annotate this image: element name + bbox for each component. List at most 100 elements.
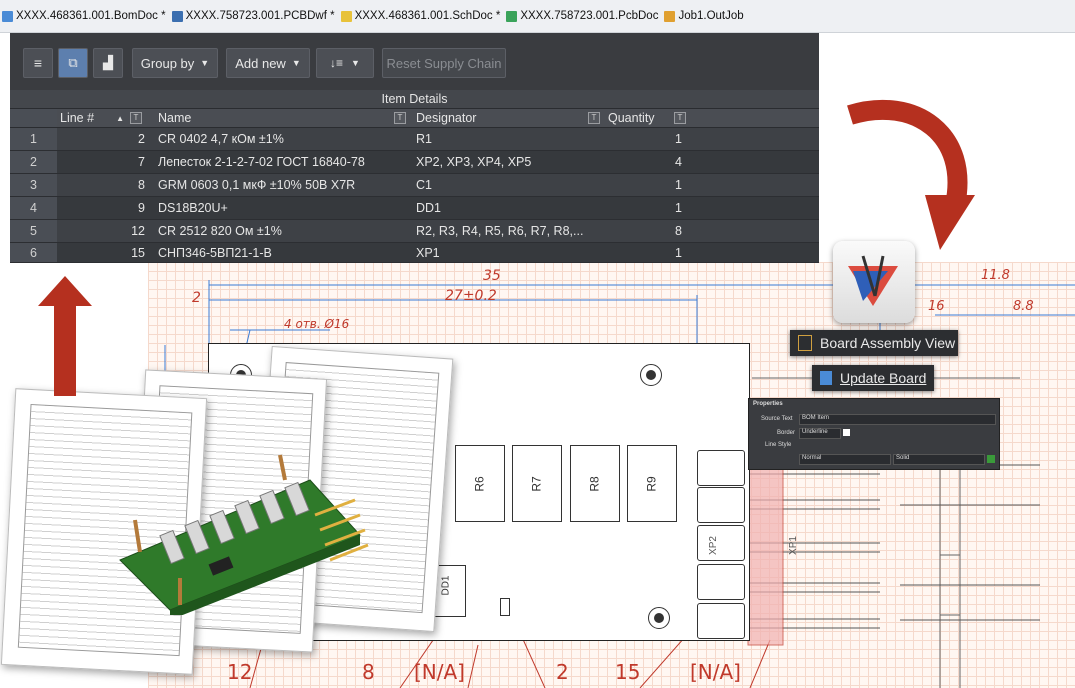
- dim-holes: 4 отв. Ø16: [284, 317, 350, 331]
- border-select[interactable]: Underline: [799, 428, 841, 439]
- quantity-column-header[interactable]: Quantity T: [606, 109, 690, 127]
- quantity-cell: 1: [675, 132, 682, 146]
- dim-8-8: 8.8: [1013, 299, 1034, 314]
- column-header-row: Line # ▲ T Name T Designator T Quantity …: [10, 109, 819, 128]
- filter-icon[interactable]: T: [674, 112, 686, 124]
- filter-icon[interactable]: T: [588, 112, 600, 124]
- line-cell: 9: [138, 201, 145, 215]
- callout-na-1: [N/A]: [414, 660, 465, 684]
- connector-pin: [697, 564, 745, 600]
- quantity-cell: 1: [675, 201, 682, 215]
- border-label: Border: [777, 430, 796, 436]
- line-cell: 7: [138, 155, 145, 169]
- dim-16: 16: [928, 299, 945, 314]
- add-new-dropdown[interactable]: Add new ▼: [226, 48, 310, 78]
- reset-supply-chain-button[interactable]: Reset Supply Chain: [382, 48, 506, 78]
- name-cell: DS18B20U+: [158, 201, 228, 215]
- line-cell: 2: [138, 132, 145, 146]
- row-number-header: [10, 109, 57, 127]
- table-row[interactable]: 6 15 СНП346-5ВП21-1-В XP1 1: [10, 243, 819, 263]
- resistor-r7: R7: [512, 445, 562, 522]
- line-cell: 15: [131, 245, 145, 260]
- line-column-header[interactable]: Line # ▲ T: [57, 109, 153, 127]
- table-row[interactable]: 5 12 CR 2512 820 Ом ±1% R2, R3, R4, R5, …: [10, 220, 819, 243]
- sort-ascending-icon: ▲: [116, 113, 124, 123]
- add-new-label: Add new: [235, 55, 286, 71]
- callout-2: 2: [556, 660, 569, 684]
- chevron-down-icon: ▼: [291, 58, 301, 68]
- dim-2: 2: [192, 290, 201, 306]
- name-column-header[interactable]: Name T: [155, 109, 410, 127]
- hierarchy-icon: ⧉: [68, 55, 78, 70]
- connector-pin: [697, 603, 745, 639]
- sort-button[interactable]: ↓≡ ▼: [316, 48, 374, 78]
- chevron-down-icon: ▼: [200, 58, 210, 68]
- group-by-label: Group by: [140, 55, 195, 71]
- quantity-cell: 1: [675, 245, 682, 260]
- list-icon: ≡: [33, 55, 43, 71]
- bom-panel: ≡ ⧉ ▟ Group by ▼ Add new ▼ ↓≡ ▼ Reset Su…: [10, 33, 819, 263]
- label-xp2: XP2: [707, 536, 719, 555]
- item-details-header: Item Details: [381, 92, 448, 106]
- tree-view-button[interactable]: ⧉: [58, 48, 88, 78]
- filter-icon[interactable]: T: [394, 112, 406, 124]
- table-row[interactable]: 1 2 CR 0402 4,7 кОм ±1% R1 1: [10, 128, 819, 151]
- update-board-button[interactable]: Update Board: [812, 365, 934, 391]
- board-assembly-view-label: Board Assembly View: [820, 335, 956, 351]
- group-by-dropdown[interactable]: Group by ▼: [132, 48, 218, 78]
- compass-logo-icon: [848, 255, 898, 306]
- chart-view-button[interactable]: ▟: [93, 48, 123, 78]
- row-number: 2: [10, 151, 57, 173]
- resistor-r9: R9: [627, 445, 677, 522]
- row-number: 3: [10, 174, 57, 196]
- designator-cell: XP1: [416, 245, 440, 260]
- quantity-cell: 4: [675, 155, 682, 169]
- mounting-hole: [648, 607, 670, 629]
- line-cell: 8: [138, 178, 145, 192]
- table-row[interactable]: 2 7 Лепесток 2-1-2-7-02 ГОСТ 16840-78 XP…: [10, 151, 819, 174]
- callout-na-2: [N/A]: [690, 660, 741, 684]
- line-type-select[interactable]: Solid: [893, 454, 985, 465]
- connector-pin: [697, 525, 745, 561]
- border-checkbox[interactable]: [843, 429, 850, 436]
- board-assembly-view-button[interactable]: Board Assembly View: [790, 330, 958, 356]
- list-view-button[interactable]: ≡: [23, 48, 53, 78]
- line-style-select[interactable]: Normal: [799, 454, 891, 465]
- sort-icon: ↓≡: [330, 56, 344, 70]
- dim-11-8: 11.8: [981, 268, 1010, 283]
- group-header-row: Item Details: [10, 90, 819, 109]
- dim-35: 35: [483, 268, 501, 284]
- quantity-cell: 8: [675, 224, 682, 238]
- designator-cell: R1: [416, 132, 432, 146]
- altium-app-icon[interactable]: [833, 241, 915, 323]
- bar-chart-icon: ▟: [103, 55, 113, 70]
- row-number: 4: [10, 197, 57, 219]
- update-board-label: Update Board: [840, 370, 927, 386]
- chevron-down-icon: ▼: [351, 58, 360, 68]
- row-number: 5: [10, 220, 57, 242]
- designator-column-header[interactable]: Designator T: [414, 109, 604, 127]
- resistor-r6: R6: [455, 445, 505, 522]
- filter-icon[interactable]: T: [129, 112, 142, 124]
- row-number: 1: [10, 128, 57, 150]
- designator-cell: C1: [416, 178, 432, 192]
- name-cell: GRM 0603 0,1 мкФ ±10% 50В X7R: [158, 178, 356, 192]
- designator-cell: R2, R3, R4, R5, R6, R7, R8,...: [416, 224, 584, 238]
- bom-toolbar: ≡ ⧉ ▟ Group by ▼ Add new ▼ ↓≡ ▼ Reset Su…: [10, 33, 819, 90]
- up-arrow: [38, 276, 92, 396]
- properties-title: Properties: [753, 401, 783, 407]
- source-text-field[interactable]: BOM Item: [799, 414, 996, 425]
- bom-grid: Item Details Line # ▲ T Name T Designato…: [10, 90, 819, 263]
- designator-cell: DD1: [416, 201, 442, 215]
- curved-arrow: [847, 99, 975, 250]
- callout-12: 12: [227, 660, 253, 684]
- name-cell: СНП346-5ВП21-1-В: [158, 245, 272, 260]
- table-row[interactable]: 3 8 GRM 0603 0,1 мкФ ±10% 50В X7R C1 1: [10, 174, 819, 197]
- callout-8: 8: [362, 660, 375, 684]
- table-row[interactable]: 4 9 DS18B20U+ DD1 1: [10, 197, 819, 220]
- color-swatch[interactable]: [987, 455, 995, 463]
- resistor-r8: R8: [570, 445, 620, 522]
- properties-panel: Properties Source Text BOM Item Border U…: [748, 398, 1000, 470]
- designator-cell: XP2, XP3, XP4, XP5: [416, 155, 532, 169]
- reset-supply-chain-label: Reset Supply Chain: [386, 55, 502, 71]
